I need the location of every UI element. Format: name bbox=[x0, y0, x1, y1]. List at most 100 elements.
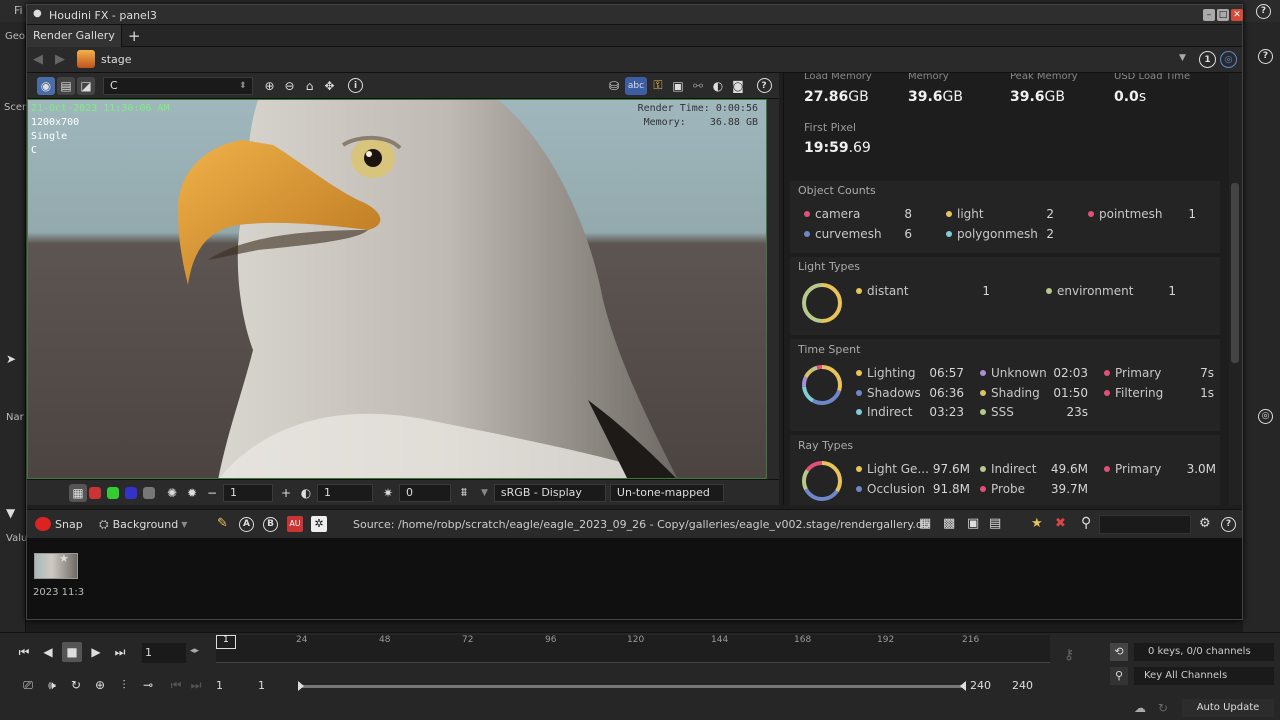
render-image[interactable]: 21-Oct-2023 11:30:06 AM 1200x700 Single … bbox=[27, 99, 767, 479]
add-tab-icon[interactable]: + bbox=[128, 27, 141, 45]
histogram-icon[interactable]: ◪ bbox=[77, 76, 95, 95]
last-frame-icon[interactable]: ⏭ bbox=[110, 642, 130, 662]
green-channel-icon[interactable] bbox=[107, 486, 119, 499]
first-frame-icon[interactable]: ⏮ bbox=[14, 642, 34, 662]
zoom-in-icon[interactable]: ⊕ bbox=[261, 77, 279, 95]
back-arrow-icon[interactable]: ◀ bbox=[33, 52, 43, 67]
lut-icon[interactable]: ⩩ bbox=[455, 484, 473, 502]
path-node-label[interactable]: stage bbox=[101, 53, 132, 66]
pin-icon[interactable]: 1 bbox=[1199, 51, 1216, 68]
info-icon[interactable]: i bbox=[347, 77, 365, 95]
zoom-out-icon[interactable]: ⊖ bbox=[281, 77, 299, 95]
exposure-plus-icon[interactable]: + bbox=[277, 484, 295, 502]
select-tool-icon[interactable]: ➤ bbox=[6, 352, 16, 366]
settings-gear-icon[interactable]: ✲ bbox=[311, 516, 327, 532]
filmstrip-icon[interactable]: ▤ bbox=[989, 516, 1001, 531]
window-menu-icon[interactable]: ● bbox=[33, 8, 42, 19]
help-icon[interactable]: ? bbox=[1256, 3, 1271, 19]
range-end-icon[interactable]: ⏭ bbox=[186, 675, 206, 695]
range-start-field[interactable]: 1 bbox=[216, 677, 254, 695]
help-icon-2[interactable]: ? bbox=[1258, 48, 1273, 64]
fps-icon[interactable]: ⊕ bbox=[90, 675, 110, 695]
maximize-icon[interactable]: □ bbox=[1217, 9, 1229, 21]
tag-icon[interactable]: ✎ bbox=[217, 516, 228, 531]
settings-icon[interactable]: ◎ bbox=[1258, 408, 1273, 424]
stop-icon[interactable]: ■ bbox=[62, 642, 82, 662]
search-icon[interactable]: ⚲ bbox=[1081, 515, 1091, 531]
gain-icon[interactable]: ✷ bbox=[379, 484, 397, 502]
minimize-icon[interactable]: – bbox=[1203, 9, 1215, 21]
play-reverse-icon[interactable]: ◀ bbox=[38, 642, 58, 662]
range-slider[interactable] bbox=[298, 681, 966, 691]
auto-icon[interactable]: AU bbox=[287, 516, 303, 532]
tonemap-select[interactable]: Un-tone-mapped bbox=[609, 483, 724, 502]
audio-icon[interactable]: 🕪 bbox=[42, 675, 62, 695]
stats-scrollbar[interactable] bbox=[1229, 73, 1242, 505]
close-icon[interactable]: ✕ bbox=[1231, 9, 1243, 21]
single-view-icon[interactable]: ◉ bbox=[37, 76, 55, 95]
range-end-field-2[interactable]: 240 bbox=[1012, 677, 1050, 695]
gamma-field[interactable]: 1 bbox=[317, 483, 373, 502]
range-end-handle[interactable] bbox=[960, 681, 966, 691]
stats-scroll-thumb[interactable] bbox=[1231, 183, 1239, 363]
label-b-icon[interactable]: B bbox=[263, 516, 278, 532]
filter-icon[interactable]: ▼ bbox=[6, 506, 15, 520]
contrast-icon[interactable]: ◐ bbox=[709, 77, 727, 95]
background-button[interactable]: ⛭ Background ▼ bbox=[99, 517, 187, 532]
range-start-handle[interactable] bbox=[298, 681, 304, 691]
cloud-icon[interactable]: ☁ bbox=[1134, 701, 1146, 715]
gallery-thumbnail[interactable]: ★ bbox=[34, 552, 78, 579]
alpha-channel-icon[interactable] bbox=[143, 486, 155, 499]
step-frame-icon[interactable]: ◂▸ bbox=[190, 646, 199, 656]
compare-icon[interactable]: ⚯ bbox=[689, 77, 707, 95]
exposure-minus-icon[interactable]: − bbox=[203, 484, 221, 502]
key-icon[interactable]: ⚷ bbox=[1064, 647, 1074, 663]
search-input[interactable] bbox=[1099, 515, 1191, 534]
range-icon[interactable]: ⊸ bbox=[138, 675, 158, 695]
loop-icon[interactable]: ↻ bbox=[66, 675, 86, 695]
star-filter-icon[interactable]: ★ bbox=[1031, 516, 1043, 531]
path-dropdown-icon[interactable]: ▼ bbox=[1179, 53, 1186, 63]
lock-icon[interactable]: ⚿ bbox=[649, 77, 667, 95]
display-icon[interactable]: ◙ bbox=[729, 77, 747, 95]
display-select[interactable]: sRGB - Display bbox=[493, 483, 606, 502]
help-icon-3[interactable]: ? bbox=[755, 77, 773, 95]
window-titlebar[interactable]: ● Houdini FX - panel3 – □ ✕ bbox=[27, 5, 1243, 25]
rgb-channel-icon[interactable]: ▦ bbox=[69, 483, 87, 502]
auto-update-select[interactable]: Auto Update bbox=[1182, 699, 1274, 717]
range-start-field-2[interactable]: 1 bbox=[258, 677, 296, 695]
snap-frames-icon[interactable]: ⫶ bbox=[114, 675, 134, 695]
timeline-ruler[interactable]: 1 24 48 72 96 120 144 168 192 216 bbox=[216, 635, 1050, 663]
clear-filter-icon[interactable]: ✖ bbox=[1055, 516, 1066, 531]
grid-small-icon[interactable]: ▦ bbox=[919, 516, 931, 531]
gallery-settings-icon[interactable]: ⚙ bbox=[1199, 516, 1211, 531]
realtime-icon[interactable]: ⎚ bbox=[18, 675, 38, 695]
text-overlay-icon[interactable]: abc bbox=[625, 76, 647, 95]
grid-medium-icon[interactable]: ▩ bbox=[943, 516, 955, 531]
snapshot-icon[interactable]: ⛁ bbox=[605, 77, 623, 95]
fit-icon[interactable]: ✥ bbox=[321, 77, 339, 95]
keys-channels-field[interactable]: 0 keys, 0/0 channels bbox=[1134, 643, 1274, 661]
channel-icon[interactable]: ⟲ bbox=[1110, 643, 1128, 661]
range-start-icon[interactable]: ⏮ bbox=[166, 675, 186, 695]
aov-dropdown-icon[interactable]: ⬍ bbox=[239, 81, 247, 91]
red-channel-icon[interactable] bbox=[89, 486, 101, 499]
key-all-channels-select[interactable]: Key All Channels bbox=[1134, 667, 1274, 685]
gain-field[interactable]: 0 bbox=[399, 483, 451, 502]
viewer-scrollbar[interactable] bbox=[767, 99, 779, 479]
exposure-icon[interactable]: ✺ bbox=[163, 484, 181, 502]
aov-select[interactable]: C bbox=[103, 76, 253, 95]
grid-large-icon[interactable]: ▣ bbox=[967, 516, 979, 531]
file-menu-fragment[interactable]: Fi bbox=[14, 4, 23, 17]
snap-button[interactable]: Snap bbox=[35, 517, 83, 531]
gamma-icon[interactable]: ◐ bbox=[297, 484, 315, 502]
region-icon[interactable]: ▣ bbox=[669, 77, 687, 95]
lut-dropdown-icon[interactable]: ▼ bbox=[481, 488, 488, 498]
blue-channel-icon[interactable] bbox=[125, 486, 137, 499]
label-a-icon[interactable]: A bbox=[239, 516, 254, 532]
link-icon[interactable]: ◎ bbox=[1220, 51, 1237, 68]
home-icon[interactable]: ⌂ bbox=[301, 77, 319, 95]
geo-tab-fragment[interactable]: Geo bbox=[5, 31, 25, 42]
brightness-icon[interactable]: ✹ bbox=[183, 484, 201, 502]
range-end-field[interactable]: 240 bbox=[970, 677, 1008, 695]
